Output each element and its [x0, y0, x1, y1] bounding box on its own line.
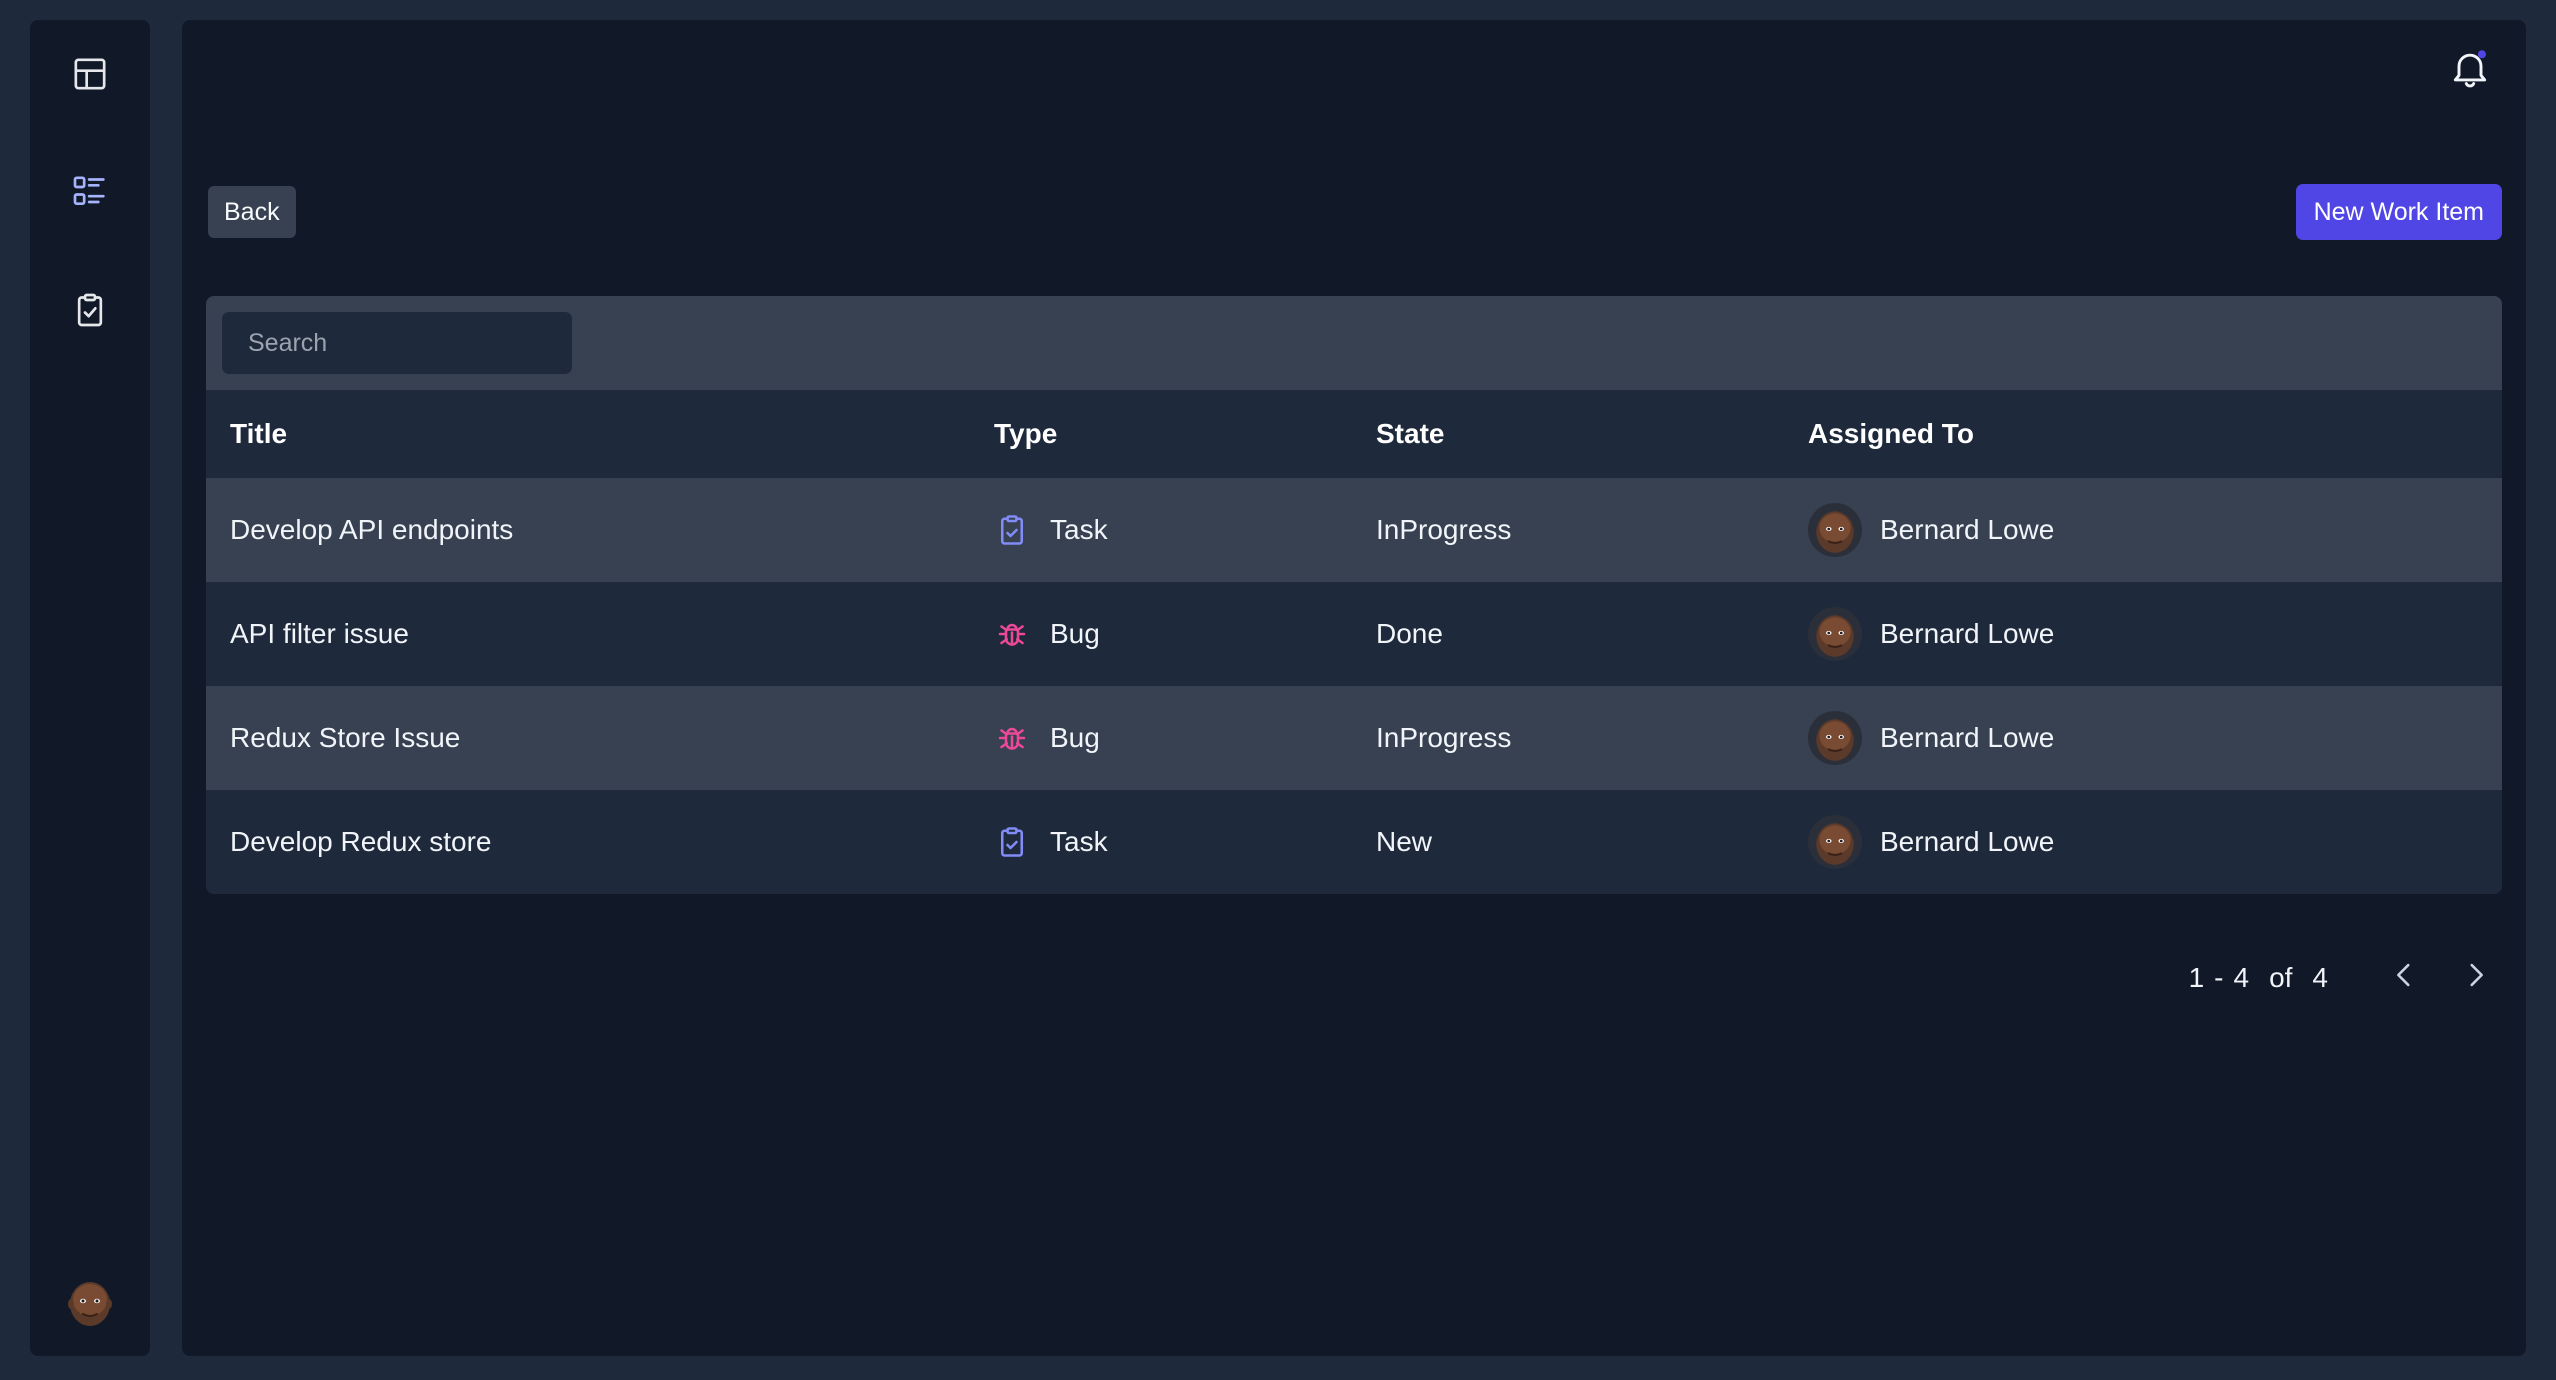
row-assignee: Bernard Lowe — [1880, 722, 2055, 753]
table-row[interactable]: Develop API endpoints Task InProgress Be… — [206, 478, 2502, 582]
page-total: 4 — [2312, 962, 2328, 993]
main-content: Back New Work Item Title Type State Assi… — [182, 20, 2526, 1356]
table-row[interactable]: Develop Redux store Task New Bernard Low… — [206, 790, 2502, 894]
work-items-table: Title Type State Assigned To Develop API… — [206, 390, 2502, 894]
next-page-button[interactable] — [2446, 948, 2506, 1008]
sidebar-item-dashboard[interactable] — [60, 46, 120, 106]
page-of-label: of — [2269, 962, 2293, 993]
new-work-item-button[interactable]: New Work Item — [2295, 184, 2502, 240]
page-range-start: 1 — [2188, 962, 2205, 993]
row-type: Task — [1050, 514, 1108, 545]
row-assignee: Bernard Lowe — [1880, 826, 2055, 857]
clipboard-check-icon — [994, 512, 1030, 548]
page-range-dash: - — [2214, 962, 2224, 993]
page-range-end: 4 — [2233, 962, 2250, 993]
assignee-avatar — [1808, 607, 1862, 661]
row-type: Bug — [1050, 618, 1100, 649]
row-state: New — [1376, 790, 1808, 894]
row-assignee: Bernard Lowe — [1880, 514, 2055, 545]
assignee-avatar — [1808, 503, 1862, 557]
row-title: Redux Store Issue — [206, 686, 994, 790]
pagination: 1 - 4 of 4 — [2179, 948, 2506, 1008]
row-title: Develop Redux store — [206, 790, 994, 894]
back-button[interactable]: Back — [208, 186, 296, 238]
clipboard-check-icon — [994, 824, 1030, 860]
search-input[interactable] — [222, 312, 572, 374]
list-icon — [70, 172, 110, 217]
row-state: Done — [1376, 582, 1808, 686]
bug-icon — [994, 616, 1030, 652]
clipboard-check-icon — [70, 290, 110, 335]
notifications-button[interactable] — [2442, 42, 2498, 98]
work-items-panel: Title Type State Assigned To Develop API… — [206, 296, 2502, 894]
assignee-avatar — [1808, 711, 1862, 765]
bell-icon — [2448, 46, 2492, 95]
column-header-state[interactable]: State — [1376, 390, 1808, 478]
row-title: Develop API endpoints — [206, 478, 994, 582]
table-row[interactable]: API filter issue Bug Done Bernard Lowe — [206, 582, 2502, 686]
table-header-row: Title Type State Assigned To — [206, 390, 2502, 478]
sidebar-item-backlog[interactable] — [60, 164, 120, 224]
chevron-left-icon — [2387, 958, 2421, 999]
table-row[interactable]: Redux Store Issue Bug InProgress Bernard… — [206, 686, 2502, 790]
row-assignee: Bernard Lowe — [1880, 618, 2055, 649]
user-avatar[interactable] — [64, 1276, 116, 1328]
search-bar — [206, 296, 2502, 390]
assignee-avatar — [1808, 815, 1862, 869]
row-state: InProgress — [1376, 478, 1808, 582]
row-type: Task — [1050, 826, 1108, 857]
row-state: InProgress — [1376, 686, 1808, 790]
row-title: API filter issue — [206, 582, 994, 686]
bug-icon — [994, 720, 1030, 756]
previous-page-button[interactable] — [2374, 948, 2434, 1008]
layout-icon — [70, 54, 110, 99]
chevron-right-icon — [2459, 958, 2493, 999]
row-type: Bug — [1050, 722, 1100, 753]
column-header-assigned-to[interactable]: Assigned To — [1808, 390, 2502, 478]
sidebar — [30, 20, 150, 1356]
sidebar-item-work-items[interactable] — [60, 282, 120, 342]
column-header-title[interactable]: Title — [206, 390, 994, 478]
column-header-type[interactable]: Type — [994, 390, 1376, 478]
